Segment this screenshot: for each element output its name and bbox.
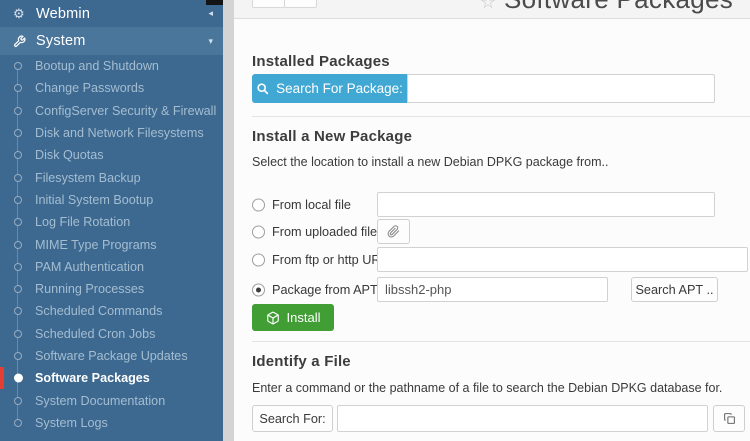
sidebar-item-disk-quotas[interactable]: Disk Quotas — [0, 144, 223, 166]
page-title: Software Packages — [504, 0, 733, 15]
paperclip-icon — [387, 225, 400, 238]
sidebar-item-system-logs[interactable]: System Logs — [0, 412, 223, 434]
option-row-uploaded-file: From uploaded file — [252, 219, 748, 244]
chevron-left-icon: ◂ — [208, 8, 213, 19]
option-row-package-from-apt: Package from APT Search APT .. — [252, 277, 748, 303]
favorite-star-icon[interactable]: ☆ — [480, 0, 496, 13]
sidebar: ⚙ Webmin ◂ System ▾ Bootup and Shutdown … — [0, 0, 223, 441]
sidebar-item-log-file-rotation[interactable]: Log File Rotation — [0, 211, 223, 233]
sidebar-item-system-documentation[interactable]: System Documentation — [0, 389, 223, 411]
header-nav-button-2[interactable] — [284, 0, 317, 8]
main-panel: ☆ Software Packages Installed Packages S… — [234, 0, 750, 441]
sidebar-menu: Bootup and Shutdown Change Passwords Con… — [0, 55, 223, 434]
identify-a-file-heading: Identify a File — [252, 353, 351, 370]
radio-from-local-file[interactable] — [252, 198, 265, 211]
sidebar-item-running-processes[interactable]: Running Processes — [0, 278, 223, 300]
radio-from-ftp-or-http-url[interactable] — [252, 253, 265, 266]
sidebar-item-filesystem-backup[interactable]: Filesystem Backup — [0, 166, 223, 188]
apt-package-input[interactable] — [377, 277, 608, 302]
radio-label[interactable]: From local file — [272, 198, 351, 212]
local-file-input[interactable] — [377, 192, 715, 217]
package-search-input[interactable] — [407, 74, 715, 103]
sidebar-scrollbar-track — [223, 0, 234, 441]
install-new-package-description: Select the location to install a new Deb… — [252, 155, 608, 169]
option-row-local-file: From local file — [252, 192, 748, 217]
sidebar-item-initial-system-bootup[interactable]: Initial System Bootup — [0, 189, 223, 211]
search-for-button[interactable]: Search For: — [252, 405, 333, 432]
radio-from-uploaded-file[interactable] — [252, 225, 265, 238]
sidebar-item-software-packages[interactable]: Software Packages — [0, 367, 223, 389]
sidebar-item-software-package-updates[interactable]: Software Package Updates — [0, 345, 223, 367]
radio-package-from-apt[interactable] — [252, 284, 265, 297]
sidebar-item-webmin[interactable]: ⚙ Webmin ◂ — [0, 0, 223, 27]
copy-files-icon — [723, 412, 736, 425]
sidebar-item-change-passwords[interactable]: Change Passwords — [0, 77, 223, 99]
cropped-topbar-fragment — [206, 0, 223, 5]
webmin-window: ⚙ Webmin ◂ System ▾ Bootup and Shutdown … — [0, 0, 750, 441]
install-button-label: Install — [287, 310, 321, 325]
chevron-down-icon: ▾ — [208, 36, 213, 47]
search-apt-button[interactable]: Search APT .. — [631, 277, 718, 302]
sidebar-item-configserver-security-firewall[interactable]: ConfigServer Security & Firewall — [0, 100, 223, 122]
wrench-icon — [13, 35, 33, 48]
search-for-package-button[interactable]: Search For Package: — [252, 74, 407, 103]
header-nav-button-1[interactable] — [252, 0, 285, 8]
sidebar-item-scheduled-cron-jobs[interactable]: Scheduled Cron Jobs — [0, 323, 223, 345]
sidebar-item-disk-and-network-filesystems[interactable]: Disk and Network Filesystems — [0, 122, 223, 144]
install-new-package-heading: Install a New Package — [252, 128, 412, 145]
radio-label[interactable]: From uploaded file — [272, 225, 377, 239]
sidebar-item-scheduled-commands[interactable]: Scheduled Commands — [0, 300, 223, 322]
sidebar-item-mime-type-programs[interactable]: MIME Type Programs — [0, 233, 223, 255]
file-chooser-button[interactable] — [713, 405, 745, 432]
radio-label[interactable]: From ftp or http URL — [272, 253, 388, 267]
section-divider — [252, 116, 750, 117]
sidebar-category-label: System — [36, 33, 86, 49]
sidebar-item-bootup-and-shutdown[interactable]: Bootup and Shutdown — [0, 55, 223, 77]
sidebar-item-system[interactable]: System ▾ — [0, 27, 223, 55]
page-header: ☆ Software Packages — [234, 0, 750, 19]
file-upload-button[interactable] — [377, 219, 410, 244]
sidebar-item-pam-authentication[interactable]: PAM Authentication — [0, 256, 223, 278]
section-divider — [252, 341, 750, 342]
gear-icon: ⚙ — [13, 6, 33, 22]
ftp-url-input[interactable] — [377, 247, 748, 272]
search-for-package-label: Search For Package: — [276, 81, 403, 96]
identify-file-input[interactable] — [337, 405, 708, 432]
radio-label[interactable]: Package from APT — [272, 283, 378, 297]
install-button[interactable]: Install — [252, 304, 334, 331]
sidebar-category-label: Webmin — [36, 6, 90, 22]
installed-packages-heading: Installed Packages — [252, 53, 390, 70]
identify-a-file-description: Enter a command or the pathname of a fil… — [252, 381, 722, 395]
search-icon — [256, 82, 269, 95]
package-box-icon — [266, 311, 280, 325]
option-row-ftp-url: From ftp or http URL — [252, 247, 748, 272]
